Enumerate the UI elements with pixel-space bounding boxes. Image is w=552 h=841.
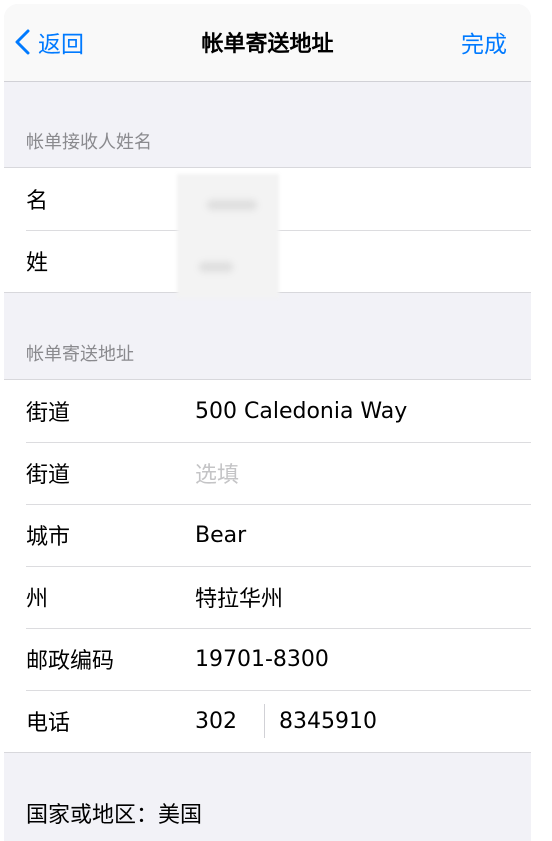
redacted-first-name — [207, 200, 257, 210]
phone-number-field[interactable]: 8345910 — [279, 709, 377, 734]
state-row[interactable]: 州 特拉华州 — [4, 566, 531, 628]
done-button[interactable]: 完成 — [461, 24, 507, 60]
redacted-name-blur — [177, 174, 279, 298]
city-field[interactable]: Bear — [195, 523, 246, 548]
street2-label: 街道 — [26, 463, 71, 488]
nav-bar: 返回 帐单寄送地址 完成 — [4, 4, 531, 82]
screen: 返回 帐单寄送地址 完成 帐单接收人姓名 名 姓 帐单寄送地址 街道 500 C… — [4, 4, 531, 841]
street1-row[interactable]: 街道 500 Caledonia Way — [4, 380, 531, 442]
first-name-label: 名 — [26, 189, 49, 214]
street1-label: 街道 — [26, 401, 71, 426]
street1-field[interactable]: 500 Caledonia Way — [195, 399, 407, 424]
name-section-header: 帐单接收人姓名 — [26, 132, 152, 153]
postal-code-field[interactable]: 19701-8300 — [195, 647, 329, 672]
last-name-label: 姓 — [26, 251, 49, 276]
redacted-last-name — [199, 262, 233, 272]
street2-field[interactable]: 选填 — [195, 457, 239, 489]
name-group: 名 姓 — [4, 167, 531, 298]
page-title: 帐单寄送地址 — [201, 32, 334, 57]
phone-area-code-field[interactable]: 302 — [195, 709, 237, 734]
city-row[interactable]: 城市 Bear — [4, 504, 531, 566]
state-field[interactable]: 特拉华州 — [195, 581, 283, 613]
postal-code-label: 邮政编码 — [26, 649, 115, 674]
country-region-label[interactable]: 国家或地区：美国 — [26, 797, 202, 829]
address-section-header: 帐单寄送地址 — [26, 344, 134, 365]
state-label: 州 — [26, 587, 49, 612]
phone-divider — [264, 704, 265, 738]
street2-row[interactable]: 街道 选填 — [4, 442, 531, 504]
phone-row[interactable]: 电话 302 8345910 — [4, 690, 531, 752]
phone-label: 电话 — [26, 711, 71, 736]
address-group: 街道 500 Caledonia Way 街道 选填 城市 Bear 州 特拉华… — [4, 379, 531, 753]
city-label: 城市 — [26, 525, 71, 550]
postal-code-row[interactable]: 邮政编码 19701-8300 — [4, 628, 531, 690]
